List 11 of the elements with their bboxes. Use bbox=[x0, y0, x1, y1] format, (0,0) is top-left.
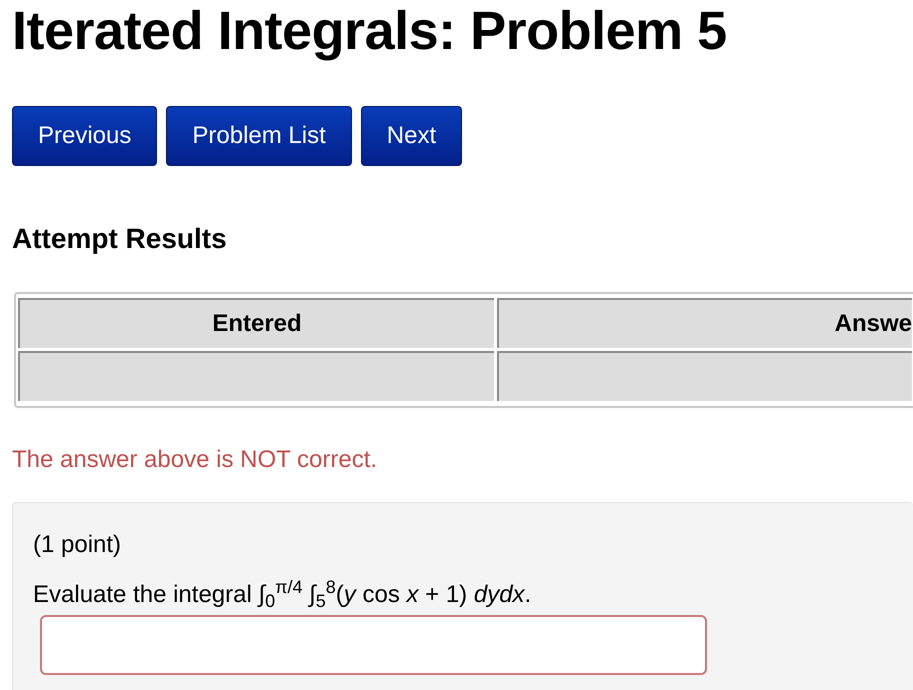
page-title: Iterated Integrals: Problem 5 bbox=[12, 0, 728, 58]
problem-statement: Evaluate the integral ∫$_{0}$$^{π/4}$ ∫$_{5}$$^{8}$(y cos x + 1) dydx. bbox=[33, 577, 532, 612]
column-header: Entered bbox=[18, 298, 494, 348]
nav-button[interactable]: Next bbox=[360, 106, 462, 166]
error-message: The answer above is NOT correct. bbox=[12, 445, 378, 475]
nav-button[interactable]: Problem List bbox=[166, 106, 352, 166]
answer-field[interactable] bbox=[40, 615, 707, 675]
column-header: Answe bbox=[497, 298, 912, 348]
points-label: (1 point) bbox=[33, 530, 122, 560]
nav-button[interactable]: Previous bbox=[12, 106, 158, 166]
section-heading: Attempt Results bbox=[12, 222, 228, 256]
